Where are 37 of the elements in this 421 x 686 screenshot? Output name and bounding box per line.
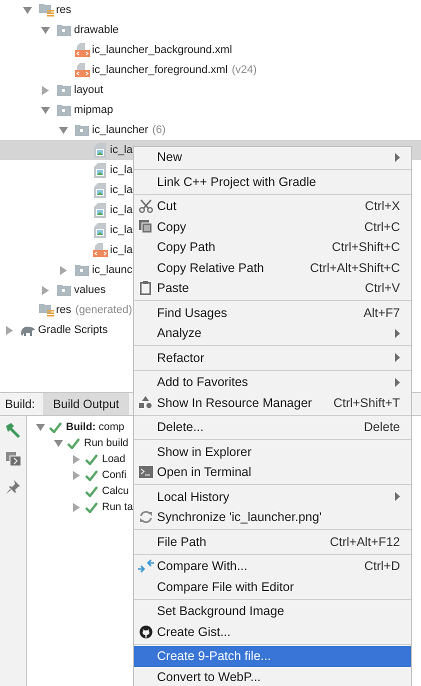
tree-label: ic_launc (92, 264, 132, 276)
tree-note: (6) (152, 124, 166, 136)
tree-label: layout (74, 84, 104, 96)
tree-label: drawable (74, 24, 119, 36)
build-step: Calcu (102, 485, 129, 497)
tree-note: (generated) (75, 304, 132, 316)
shortcut-label: Ctrl+Alt+Shift+C (310, 260, 400, 275)
tree-label: values (74, 284, 106, 296)
tree-label: res (56, 304, 72, 316)
tree-label: mipmap (74, 104, 114, 116)
tree-label: ic_la (110, 184, 133, 196)
build-step: Run ta (102, 501, 133, 513)
tree-label: ic_la (110, 164, 133, 176)
shortcut-label: Alt+F7 (364, 306, 400, 320)
panel-title: Build: (4, 397, 36, 411)
tree-label: ic_la (110, 144, 133, 156)
tree-note: (v24) (232, 64, 257, 76)
shortcut-label: Ctrl+D (364, 559, 400, 574)
build-step: Load (102, 453, 126, 465)
shortcut-label: Ctrl+X (364, 199, 400, 214)
tree-label: ic_la (110, 244, 133, 256)
shortcut-label: Ctrl+Alt+F12 (330, 534, 400, 549)
shortcut-label: Delete (364, 420, 400, 434)
tree-label: res (56, 4, 72, 16)
build-step: Run build (84, 437, 128, 449)
build-step: Build: comp (66, 421, 124, 433)
tree-label: ic_la (110, 224, 133, 236)
tree-label: ic_la (110, 204, 133, 216)
tree-label: Gradle Scripts (38, 324, 108, 336)
shortcut-label: Ctrl+V (364, 281, 400, 296)
shortcut-label: Ctrl+Shift+C (332, 240, 400, 254)
shortcut-label: Ctrl+Shift+T (333, 396, 400, 410)
build-step: Confi (102, 469, 127, 481)
tree-label: ic_launcher_background.xml (92, 44, 232, 56)
shortcut-label: Ctrl+C (364, 220, 400, 234)
tree-label: ic_launcher (92, 124, 148, 136)
tree-label: ic_launcher_foreground.xml (92, 64, 228, 76)
